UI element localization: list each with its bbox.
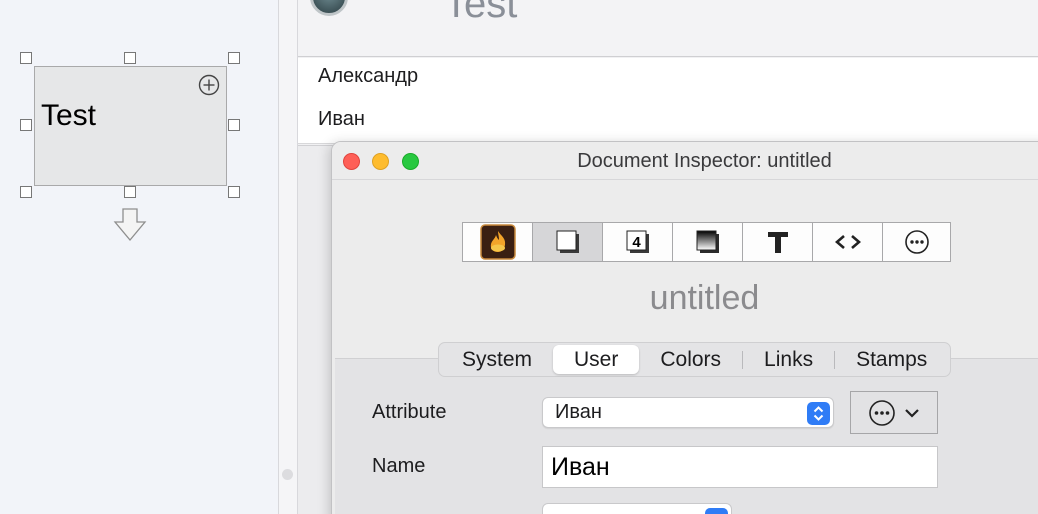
resize-handle-bottom-right[interactable] xyxy=(228,186,240,198)
text-T-icon xyxy=(767,232,788,253)
attribute-select[interactable]: Иван xyxy=(542,397,834,428)
badges-inspector-tab[interactable]: 4 xyxy=(603,223,673,261)
more-inspector-tab[interactable] xyxy=(883,223,950,261)
tab-system[interactable]: System xyxy=(441,345,553,374)
number-4-icon: 4 xyxy=(626,230,649,253)
code-brackets-icon xyxy=(834,235,861,249)
add-circle-icon[interactable] xyxy=(198,74,220,96)
document-flame-icon xyxy=(479,224,516,260)
name-label: Name xyxy=(372,455,426,477)
list-item[interactable]: Иван xyxy=(298,101,1038,144)
tab-colors[interactable]: Colors xyxy=(639,345,742,374)
window-titlebar[interactable]: Document Inspector: untitled xyxy=(332,142,1038,180)
attribute-actions-menu[interactable] xyxy=(850,391,938,434)
note-box[interactable]: Test xyxy=(34,66,227,186)
type-select[interactable] xyxy=(542,503,732,514)
resize-handle-right[interactable] xyxy=(228,119,240,131)
resize-handle-bottom[interactable] xyxy=(124,186,136,198)
up-down-chevron-icon[interactable] xyxy=(807,402,830,425)
splitter-handle[interactable] xyxy=(282,469,293,480)
name-list: Александр Иван xyxy=(298,58,1038,144)
content-panel xyxy=(335,358,1038,514)
document-name: untitled xyxy=(649,279,760,317)
chevron-down-icon xyxy=(905,408,919,418)
tab-stamps[interactable]: Stamps xyxy=(835,345,948,374)
resize-handle-left[interactable] xyxy=(20,119,32,131)
shading-inspector-tab[interactable] xyxy=(673,223,743,261)
attribute-label: Attribute xyxy=(372,401,447,423)
link-arrow-down-icon[interactable] xyxy=(113,208,147,242)
window-title: Document Inspector: untitled xyxy=(577,150,832,172)
tab-links[interactable]: Links xyxy=(743,345,834,374)
tab-user[interactable]: User xyxy=(553,345,640,374)
page-shadow-icon xyxy=(556,230,579,253)
resize-handle-top-right[interactable] xyxy=(228,52,240,64)
up-down-chevron-icon[interactable] xyxy=(705,508,728,514)
document-inspector-window: Document Inspector: untitled 4 untitled … xyxy=(331,141,1038,514)
code-inspector-tab[interactable] xyxy=(813,223,883,261)
gradient-icon xyxy=(696,230,719,253)
attribute-select-value: Иван xyxy=(555,401,602,423)
document-inspector-tab[interactable] xyxy=(463,223,533,261)
inspector-subtabs: System User Colors Links Stamps xyxy=(438,342,952,377)
note-title: Test xyxy=(41,99,97,132)
resize-handle-top-left[interactable] xyxy=(20,52,32,64)
header-title: Test xyxy=(444,0,518,26)
svg-text:4: 4 xyxy=(632,234,641,251)
inspector-toolbar: 4 xyxy=(462,222,951,262)
map-canvas[interactable]: Test xyxy=(0,0,278,514)
more-circle-icon xyxy=(869,399,895,426)
appearance-inspector-tab[interactable] xyxy=(533,223,603,261)
resize-handle-top[interactable] xyxy=(124,52,136,64)
badge-orb-icon xyxy=(310,0,348,16)
resize-handle-bottom-left[interactable] xyxy=(20,186,32,198)
list-item[interactable]: Александр xyxy=(298,58,1038,101)
pane-divider[interactable] xyxy=(278,0,298,514)
more-circle-icon xyxy=(904,230,929,254)
name-field[interactable]: Иван xyxy=(542,446,938,488)
main-header: Test xyxy=(298,0,1038,57)
text-inspector-tab[interactable] xyxy=(743,223,813,261)
